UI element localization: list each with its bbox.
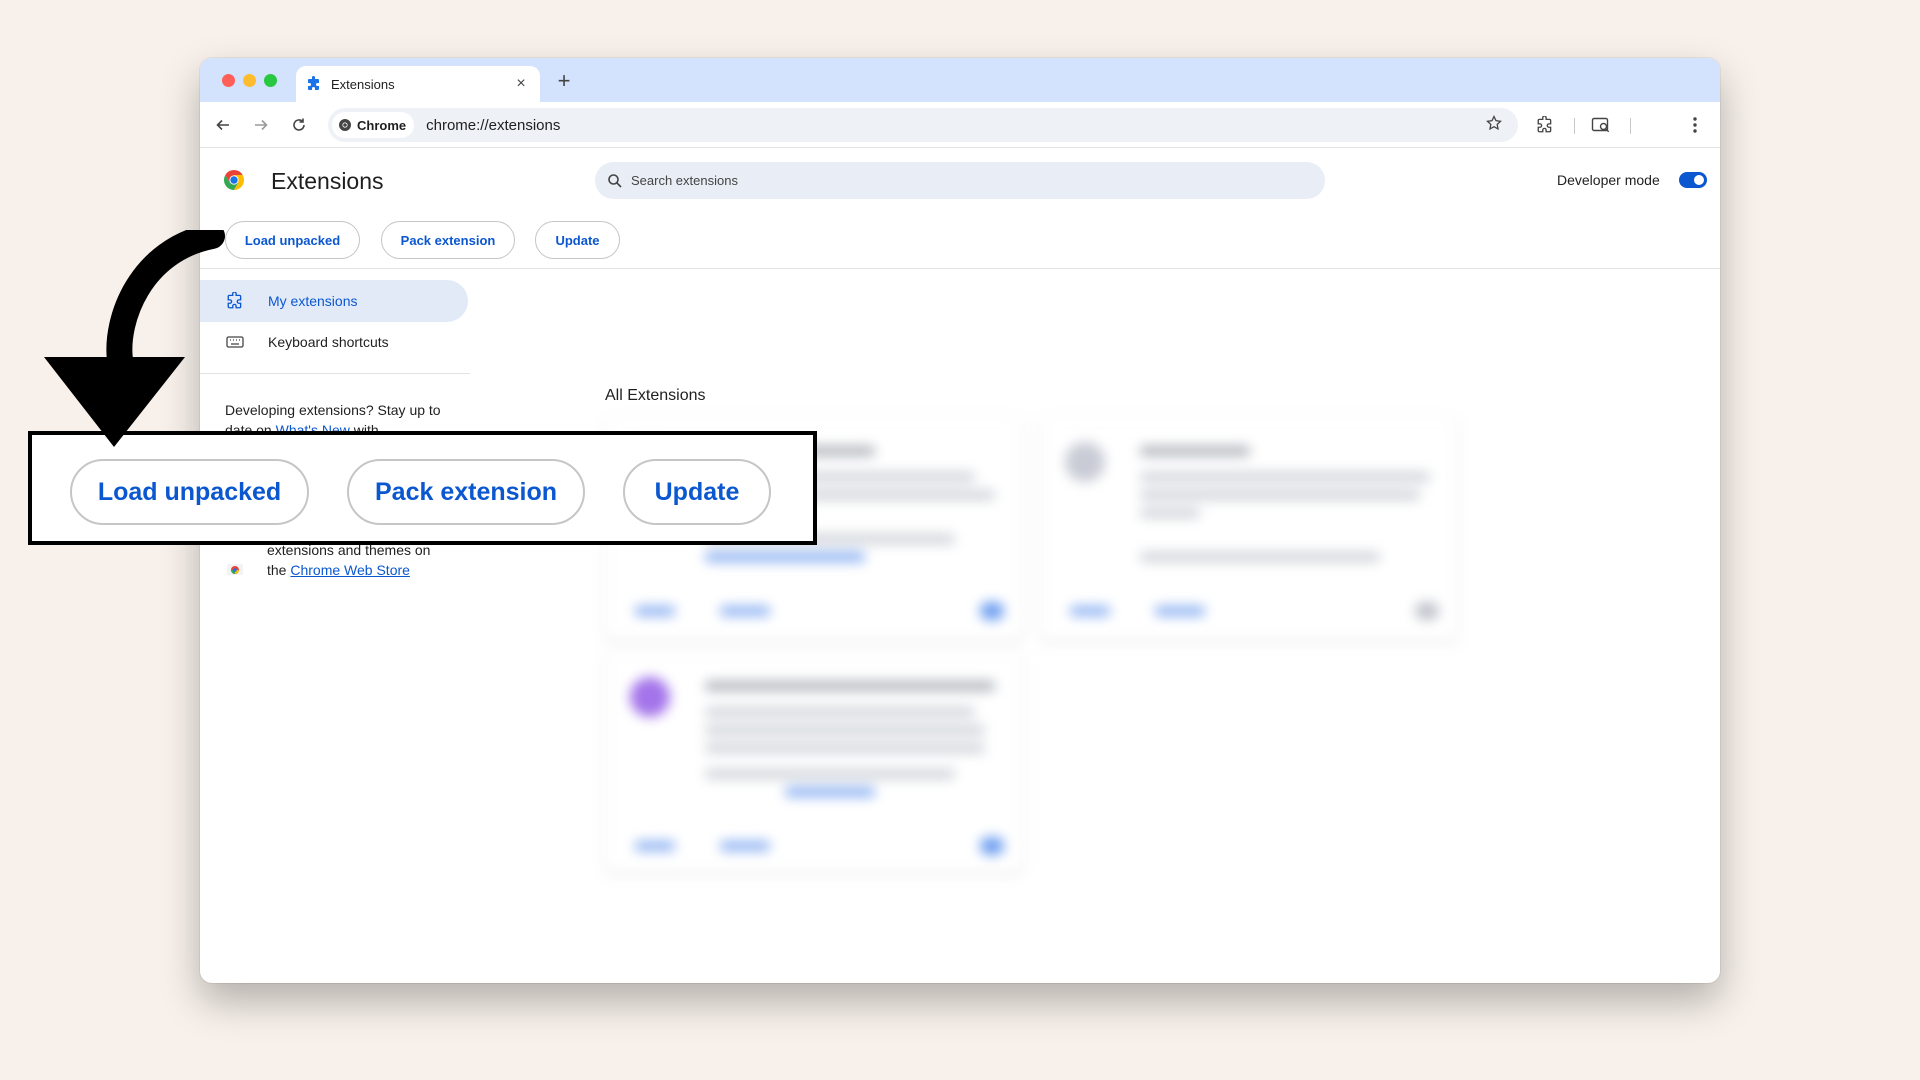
address-bar[interactable]: Chrome chrome://extensions <box>328 108 1518 142</box>
site-chip-label: Chrome <box>357 117 407 133</box>
extension-name <box>705 681 995 691</box>
extension-description <box>1140 490 1420 500</box>
extension-card[interactable] <box>1040 416 1458 641</box>
site-info-chip[interactable]: Chrome <box>332 112 415 138</box>
remove-button[interactable] <box>1155 606 1205 616</box>
chrome-icon <box>339 119 351 131</box>
developer-mode-label: Developer mode <box>1557 172 1660 188</box>
minimize-window-button[interactable] <box>243 74 256 87</box>
extension-description <box>705 743 985 753</box>
puzzle-icon <box>306 76 322 92</box>
sidebar-item-label: My extensions <box>268 293 358 309</box>
sidebar-item-keyboard-shortcuts[interactable]: Keyboard shortcuts <box>226 334 389 350</box>
web-store-text: extensions and themes on the Chrome Web … <box>267 540 437 580</box>
remove-button[interactable] <box>720 606 770 616</box>
page-title: Extensions <box>271 168 384 194</box>
browser-toolbar: Chrome chrome://extensions <box>200 102 1720 148</box>
extensions-toolbar-icon[interactable] <box>1532 112 1558 138</box>
extension-link <box>785 787 875 797</box>
close-window-button[interactable] <box>222 74 235 87</box>
chrome-web-store-link[interactable]: Chrome Web Store <box>290 562 410 578</box>
url-text[interactable]: chrome://extensions <box>426 117 1486 134</box>
extension-link <box>705 552 865 562</box>
toolbar-separator <box>1630 118 1631 134</box>
extension-description <box>1140 472 1430 482</box>
pointer-arrow-icon <box>44 230 225 447</box>
title-bar: Extensions × + <box>200 58 1720 102</box>
callout-update-button[interactable]: Update <box>623 459 771 525</box>
close-tab-icon[interactable]: × <box>512 75 530 93</box>
search-input[interactable]: Search extensions <box>595 162 1325 199</box>
back-icon[interactable] <box>210 112 236 138</box>
developer-mode-toggle[interactable] <box>1679 172 1707 188</box>
load-unpacked-button[interactable]: Load unpacked <box>225 221 360 259</box>
forward-icon[interactable] <box>248 112 274 138</box>
sidebar-item-my-extensions-row[interactable]: My extensions <box>226 292 357 310</box>
details-button[interactable] <box>635 606 675 616</box>
extensions-page: Extensions Search extensions Developer m… <box>200 148 1720 983</box>
search-placeholder: Search extensions <box>631 173 738 188</box>
extension-toggle[interactable] <box>980 602 1004 620</box>
reload-icon[interactable] <box>286 112 312 138</box>
more-menu-icon[interactable] <box>1682 112 1708 138</box>
pack-extension-button[interactable]: Pack extension <box>381 221 515 259</box>
tab-extensions[interactable]: Extensions × <box>296 66 540 102</box>
remove-button[interactable] <box>720 841 770 851</box>
maximize-window-button[interactable] <box>264 74 277 87</box>
extension-icon <box>1065 442 1105 482</box>
callout-load-unpacked-button[interactable]: Load unpacked <box>70 459 309 525</box>
extension-description <box>705 725 985 735</box>
search-icon <box>608 173 622 188</box>
extension-description <box>705 707 975 717</box>
extension-card[interactable] <box>605 651 1023 873</box>
toolbar-separator <box>1574 118 1575 134</box>
details-button[interactable] <box>1070 606 1110 616</box>
tab-title: Extensions <box>331 76 395 92</box>
new-tab-button[interactable]: + <box>552 68 576 94</box>
callout-pack-extension-button[interactable]: Pack extension <box>347 459 585 525</box>
extension-id <box>1140 552 1380 562</box>
chrome-logo-icon <box>222 168 246 197</box>
update-button[interactable]: Update <box>535 221 620 259</box>
bookmark-star-icon[interactable] <box>1486 114 1502 136</box>
extension-description <box>1140 508 1200 518</box>
sidebar-item-label: Keyboard shortcuts <box>268 334 389 350</box>
extension-toggle[interactable] <box>1415 602 1439 620</box>
all-extensions-heading: All Extensions <box>605 387 706 404</box>
extension-id <box>705 769 955 779</box>
details-button[interactable] <box>635 841 675 851</box>
page-header: Extensions Search extensions Developer m… <box>200 148 1720 269</box>
web-store-icon <box>226 560 244 581</box>
extension-icon <box>630 677 670 717</box>
extension-toggle[interactable] <box>980 837 1004 855</box>
side-panel-search-icon[interactable] <box>1588 112 1614 138</box>
sidebar-divider <box>200 373 470 374</box>
extension-name <box>1140 446 1250 456</box>
